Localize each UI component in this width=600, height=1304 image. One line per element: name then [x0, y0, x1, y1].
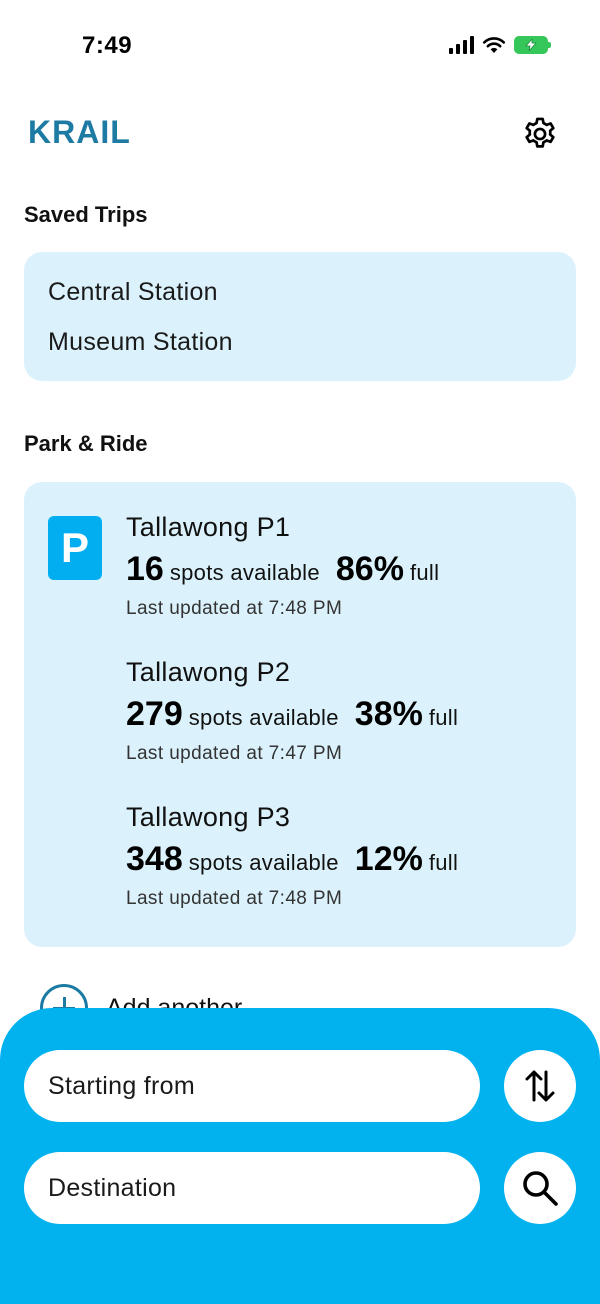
- percent-full: 12%: [354, 840, 423, 878]
- park-stats: 16 spots available 86% full: [126, 550, 566, 596]
- status-icons: [449, 36, 551, 54]
- status-time: 7:49: [82, 32, 133, 59]
- settings-button[interactable]: [520, 114, 560, 154]
- park-entry-tallawong-p2[interactable]: Tallawong P2 279 spots available 38% ful…: [126, 657, 566, 765]
- spots-label: spots available: [169, 560, 320, 585]
- starting-from-input[interactable]: [24, 1050, 480, 1122]
- full-label: full: [428, 705, 459, 730]
- wifi-icon: [482, 37, 506, 53]
- park-name: Tallawong P3: [126, 802, 291, 832]
- full-label: full: [428, 850, 459, 875]
- parking-icon: P: [48, 516, 102, 580]
- cellular-signal-icon: [449, 36, 474, 54]
- search-button[interactable]: [504, 1152, 576, 1224]
- swap-vertical-icon: [525, 1070, 555, 1102]
- app-title: KRAIL: [28, 114, 131, 150]
- saved-trips-heading: Saved Trips: [24, 202, 148, 227]
- park-entry-tallawong-p1[interactable]: Tallawong P1 16 spots available 86% full…: [126, 512, 566, 620]
- swap-button[interactable]: [504, 1050, 576, 1122]
- battery-charging-icon: [514, 36, 551, 54]
- spots-label: spots available: [188, 705, 339, 730]
- spots-label: spots available: [188, 850, 339, 875]
- destination-input[interactable]: [24, 1152, 480, 1224]
- search-icon: [523, 1171, 558, 1206]
- last-updated: Last updated at 7:48 PM: [126, 598, 343, 619]
- park-ride-heading: Park & Ride: [24, 431, 148, 456]
- saved-trip-central-station[interactable]: Central Station: [48, 278, 218, 307]
- saved-trip-museum-station[interactable]: Museum Station: [48, 328, 233, 357]
- last-updated: Last updated at 7:47 PM: [126, 743, 343, 764]
- spots-count: 279: [126, 695, 183, 733]
- park-name: Tallawong P1: [126, 512, 291, 542]
- search-sheet: [0, 1008, 600, 1304]
- park-stats: 279 spots available 38% full: [126, 695, 566, 741]
- percent-full: 38%: [354, 695, 423, 733]
- status-bar: 7:49: [0, 0, 600, 96]
- percent-full: 86%: [335, 550, 404, 588]
- saved-trips-card: Central Station Museum Station: [24, 252, 576, 381]
- spots-count: 16: [126, 550, 164, 588]
- spots-count: 348: [126, 840, 183, 878]
- full-label: full: [409, 560, 440, 585]
- gear-icon: [525, 117, 555, 148]
- park-entry-tallawong-p3[interactable]: Tallawong P3 348 spots available 12% ful…: [126, 802, 566, 910]
- last-updated: Last updated at 7:48 PM: [126, 888, 343, 909]
- park-stats: 348 spots available 12% full: [126, 840, 566, 886]
- park-name: Tallawong P2: [126, 657, 291, 687]
- park-ride-card: P Tallawong P1 16 spots available 86% fu…: [24, 482, 576, 947]
